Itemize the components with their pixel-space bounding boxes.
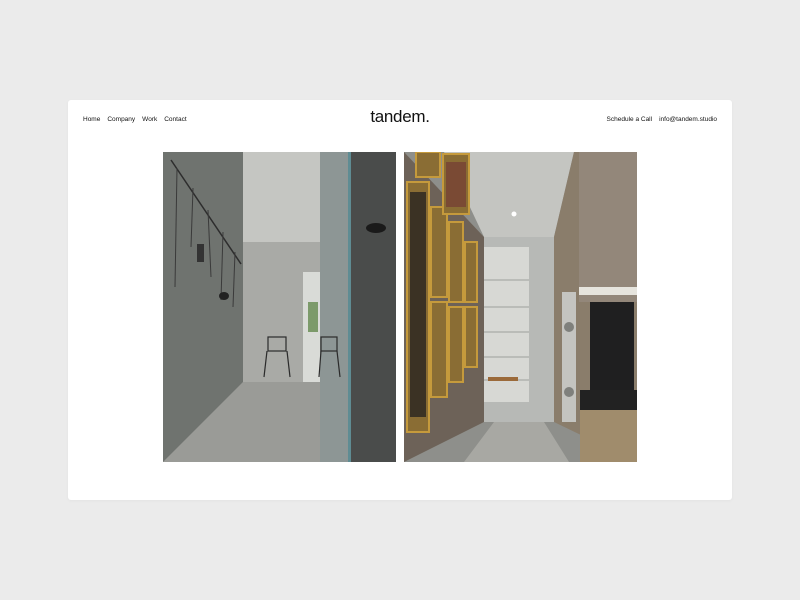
gallery-hall-photo: [404, 152, 637, 462]
project-image-corridor[interactable]: [163, 152, 396, 462]
site-card: Home Company Work Contact tandem. Schedu…: [68, 100, 732, 500]
corridor-photo: [163, 152, 396, 462]
project-image-gallery-hall[interactable]: [404, 152, 637, 462]
schedule-call-link[interactable]: Schedule a Call: [607, 116, 653, 123]
header-actions: Schedule a Call info@tandem.studio: [607, 116, 717, 123]
email-link[interactable]: info@tandem.studio: [659, 116, 717, 123]
